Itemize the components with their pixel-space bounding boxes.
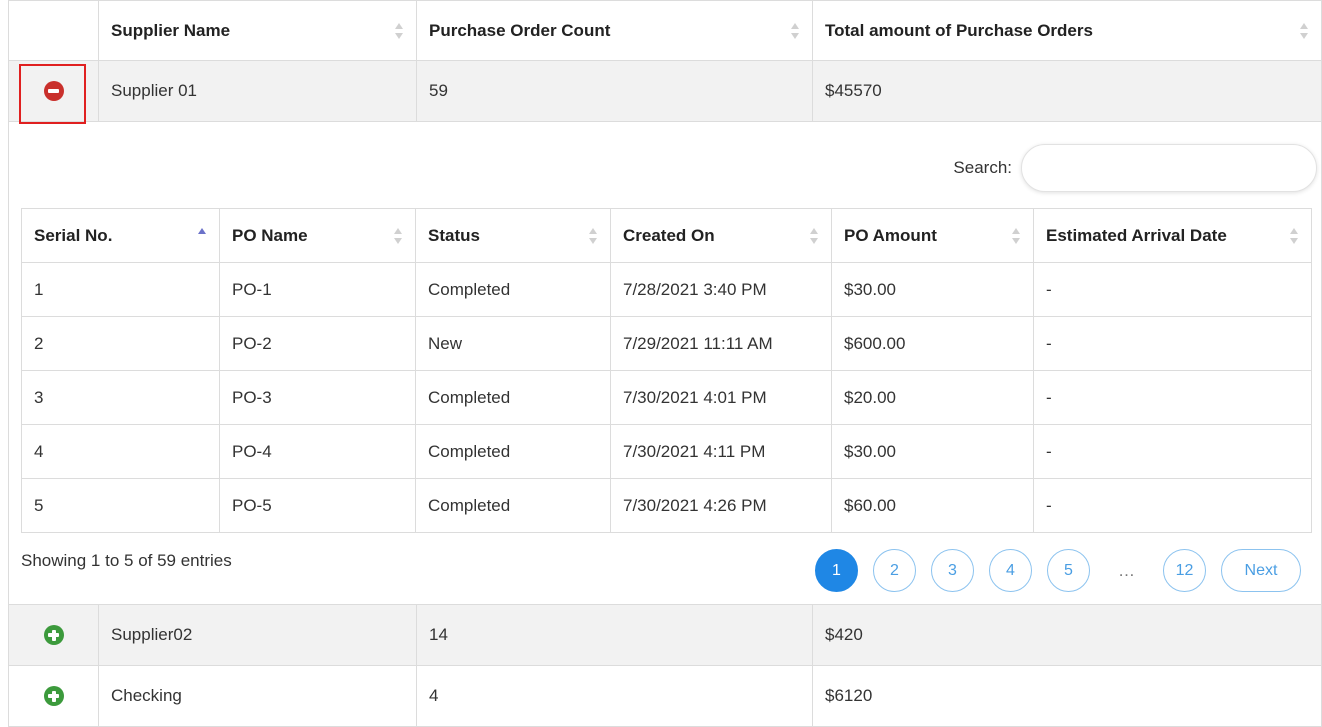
po-arrival-date: -	[1033, 370, 1312, 425]
po-name: PO-2	[219, 316, 416, 371]
po-name: PO-1	[219, 262, 416, 317]
po-created-on: 7/28/2021 3:40 PM	[610, 262, 832, 317]
search-input[interactable]	[1021, 144, 1317, 192]
po-amount: $30.00	[831, 424, 1034, 479]
sort-icon	[394, 227, 403, 244]
serial-no: 5	[21, 478, 220, 533]
column-header-status[interactable]: Status	[415, 208, 611, 263]
column-header-po-name[interactable]: PO Name	[219, 208, 416, 263]
column-header-arrival-date[interactable]: Estimated Arrival Date	[1033, 208, 1312, 263]
po-name: PO-5	[219, 478, 416, 533]
highlight-box	[19, 64, 86, 124]
column-header-po-amount[interactable]: PO Amount	[831, 208, 1034, 263]
po-amount: $60.00	[831, 478, 1034, 533]
po-created-on: 7/30/2021 4:11 PM	[610, 424, 832, 479]
search-bar: Search:	[953, 144, 1317, 192]
column-header-created-on[interactable]: Created On	[610, 208, 832, 263]
po-status: Completed	[415, 478, 611, 533]
supplier-row: Supplier02 14 $420	[8, 604, 1322, 666]
po-status: Completed	[415, 424, 611, 479]
table-row: 1 PO-1 Completed 7/28/2021 3:40 PM $30.0…	[21, 262, 1312, 317]
po-name: PO-3	[219, 370, 416, 425]
sort-icon	[395, 22, 404, 39]
supplier-table-container: Supplier Name Purchase Order Count Total…	[8, 0, 1322, 727]
entries-info: Showing 1 to 5 of 59 entries	[21, 551, 232, 570]
table-row: 3 PO-3 Completed 7/30/2021 4:01 PM $20.0…	[21, 370, 1312, 425]
serial-no: 3	[21, 370, 220, 425]
po-created-on: 7/30/2021 4:01 PM	[610, 370, 832, 425]
po-status: New	[415, 316, 611, 371]
po-arrival-date: -	[1033, 262, 1312, 317]
page-button-last[interactable]: 12	[1163, 549, 1206, 592]
supplier-table: Supplier Name Purchase Order Count Total…	[8, 0, 1322, 727]
sort-icon	[1290, 227, 1299, 244]
po-total: $6120	[812, 665, 1322, 727]
page-button-2[interactable]: 2	[873, 549, 916, 592]
page-button-1[interactable]: 1	[815, 549, 858, 592]
po-arrival-date: -	[1033, 478, 1312, 533]
next-page-button[interactable]: Next	[1221, 549, 1301, 592]
serial-no: 4	[21, 424, 220, 479]
column-header-supplier-name[interactable]: Supplier Name	[98, 0, 417, 61]
po-amount: $20.00	[831, 370, 1034, 425]
page-button-5[interactable]: 5	[1047, 549, 1090, 592]
supplier-name: Supplier 01	[98, 60, 417, 122]
page-button-3[interactable]: 3	[931, 549, 974, 592]
po-table: Serial No. PO Name Status Created On PO …	[21, 208, 1312, 533]
sort-icon	[1012, 227, 1021, 244]
sort-icon	[1300, 22, 1309, 39]
serial-no: 1	[21, 262, 220, 317]
row-toggle-cell[interactable]	[8, 604, 99, 666]
po-created-on: 7/29/2021 11:11 AM	[610, 316, 832, 371]
supplier-row: Supplier 01 59 $45570	[8, 60, 1322, 122]
po-status: Completed	[415, 262, 611, 317]
po-created-on: 7/30/2021 4:26 PM	[610, 478, 832, 533]
pagination: 1 2 3 4 5 … 12 Next	[800, 549, 1301, 592]
column-header-serial-no[interactable]: Serial No.	[21, 208, 220, 263]
po-count: 4	[416, 665, 813, 727]
sort-icon	[791, 22, 800, 39]
page-button-4[interactable]: 4	[989, 549, 1032, 592]
expand-icon[interactable]	[43, 686, 64, 707]
row-toggle-cell[interactable]	[8, 665, 99, 727]
po-count: 59	[416, 60, 813, 122]
po-total: $45570	[812, 60, 1322, 122]
sort-icon	[589, 227, 598, 244]
supplier-name: Checking	[98, 665, 417, 727]
po-count: 14	[416, 604, 813, 666]
po-detail-panel: Search: Serial No. PO Name Status Create…	[9, 122, 1321, 604]
supplier-name: Supplier02	[98, 604, 417, 666]
sort-ascending-icon	[198, 227, 207, 244]
po-amount: $600.00	[831, 316, 1034, 371]
supplier-detail-row: Search: Serial No. PO Name Status Create…	[8, 121, 1322, 605]
control-column-header	[8, 0, 99, 61]
pagination-ellipsis: …	[1118, 560, 1135, 580]
po-total: $420	[812, 604, 1322, 666]
expand-icon[interactable]	[43, 625, 64, 646]
supplier-row: Checking 4 $6120	[8, 665, 1322, 727]
po-arrival-date: -	[1033, 424, 1312, 479]
po-amount: $30.00	[831, 262, 1034, 317]
sort-icon	[810, 227, 819, 244]
po-arrival-date: -	[1033, 316, 1312, 371]
column-header-po-count[interactable]: Purchase Order Count	[416, 0, 813, 61]
search-label: Search:	[953, 158, 1012, 177]
table-row: 4 PO-4 Completed 7/30/2021 4:11 PM $30.0…	[21, 424, 1312, 479]
column-header-po-total[interactable]: Total amount of Purchase Orders	[812, 0, 1322, 61]
table-row: 2 PO-2 New 7/29/2021 11:11 AM $600.00 -	[21, 316, 1312, 371]
serial-no: 2	[21, 316, 220, 371]
po-name: PO-4	[219, 424, 416, 479]
po-status: Completed	[415, 370, 611, 425]
table-row: 5 PO-5 Completed 7/30/2021 4:26 PM $60.0…	[21, 478, 1312, 533]
